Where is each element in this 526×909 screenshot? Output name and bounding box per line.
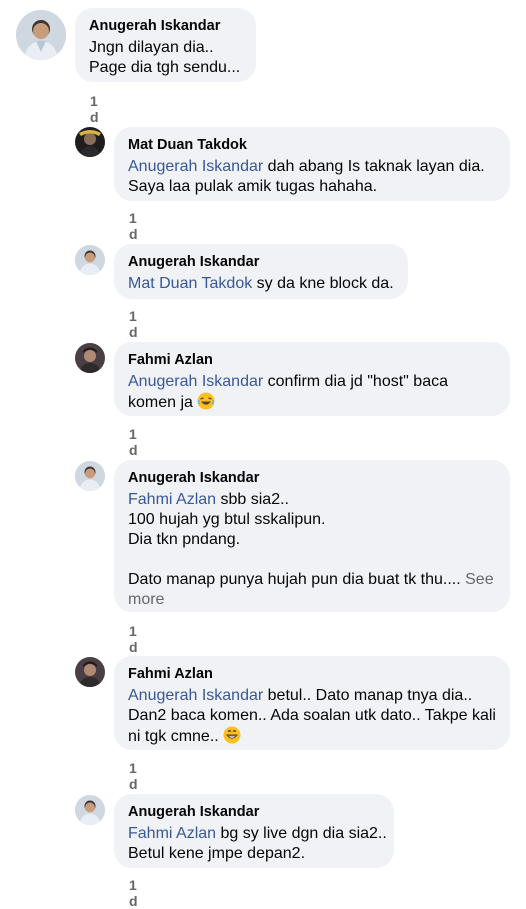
comment-line-text: dah abang Is taknak layan dia. [263,158,485,175]
see-more-link[interactable]: See [465,571,493,588]
comment-author[interactable]: Anugerah Iskandar [128,253,394,272]
avatar[interactable] [75,657,105,687]
comment-timestamp[interactable]: 1 d [129,426,138,458]
comment-author[interactable]: Anugerah Iskandar [128,803,380,822]
comment-author[interactable]: Fahmi Azlan [128,351,496,370]
comment-line-text: sbb sia2.. [216,491,289,508]
comment-bubble: Mat Duan Takdok Anugerah Iskandar dah ab… [114,127,510,201]
comment-line-text: betul.. Dato manap tnya dia.. [263,687,473,704]
comment-text: Anugerah Iskandar dah abang Is taknak la… [128,157,496,197]
comment-text: Anugerah Iskandar confirm dia jd "host" … [128,372,496,416]
comment-author[interactable]: Fahmi Azlan [128,665,496,684]
comment-timestamp[interactable]: 1 d [129,877,138,909]
comment-bubble: Anugerah Iskandar Fahmi Azlan sbb sia2..… [114,460,510,612]
comment-line-text: bg sy live dgn dia sia2.. [216,825,387,842]
comment-text: Jngn dilayan dia.. Page dia tgh sendu... [89,38,242,78]
comment-text: Anugerah Iskandar betul.. Dato manap tny… [128,686,496,750]
avatar[interactable] [75,343,105,373]
comment-line: Dan2 baca komen.. Ada soalan utk dato.. … [128,707,496,724]
comment-text: Mat Duan Takdok sy da kne block da. [128,274,394,294]
comment-author[interactable]: Anugerah Iskandar [128,469,496,488]
comment-line: Fahmi Azlan sbb sia2.. [128,490,496,510]
comment-bubble: Anugerah Iskandar Fahmi Azlan bg sy live… [114,794,394,868]
comment-line: Betul kene jmpe depan2. [128,845,306,862]
comment-line: Jngn dilayan dia.. [89,39,214,56]
comment-line: Saya laa pulak amik tugas hahaha. [128,178,378,195]
comment-author[interactable]: Mat Duan Takdok [128,136,496,155]
comment-timestamp[interactable]: 1 d [129,760,138,792]
mention-link[interactable]: Anugerah Iskandar [128,373,263,390]
comment-timestamp[interactable]: 1 d [129,210,138,242]
comment-line: 100 hujah yg btul sskalipun. [128,511,326,528]
comment-timestamp[interactable]: 1 d [129,308,138,340]
comment-timestamp[interactable]: 1 d [90,93,99,125]
laughing-emoji-icon [197,392,215,416]
mention-link[interactable]: Mat Duan Takdok [128,275,252,292]
comment-line-text: confirm dia jd "host" baca [263,373,448,390]
grinning-emoji-icon [223,726,241,750]
avatar[interactable] [16,10,66,60]
comment-line: komen ja [128,392,496,416]
avatar[interactable] [75,795,105,825]
comment-line-text: komen ja [128,394,193,411]
comment-bubble: Anugerah Iskandar Jngn dilayan dia.. Pag… [75,8,256,82]
comment-line [128,550,496,570]
comment-line: Anugerah Iskandar dah abang Is taknak la… [128,157,496,177]
comment-line-text: sy da kne block da. [252,275,394,292]
comment-line: ni tgk cmne.. [128,726,496,750]
comment-line: Fahmi Azlan bg sy live dgn dia sia2.. [128,824,387,844]
comment-text: Fahmi Azlan bg sy live dgn dia sia2.. Be… [128,824,387,864]
comment-line: Anugerah Iskandar betul.. Dato manap tny… [128,686,496,706]
comment-line: Anugerah Iskandar confirm dia jd "host" … [128,372,496,392]
comment-text: Fahmi Azlan sbb sia2.. 100 hujah yg btul… [128,490,496,610]
comment-line: Mat Duan Takdok sy da kne block da. [128,274,394,294]
avatar[interactable] [75,461,105,491]
comment-bubble: Fahmi Azlan Anugerah Iskandar confirm di… [114,342,510,416]
avatar[interactable] [75,127,105,157]
mention-link[interactable]: Fahmi Azlan [128,491,216,508]
avatar[interactable] [75,245,105,275]
mention-link[interactable]: Fahmi Azlan [128,825,216,842]
comment-timestamp[interactable]: 1 d [129,623,138,655]
comment-line: Dato manap punya hujah pun dia buat tk t… [128,570,496,590]
mention-link[interactable]: Anugerah Iskandar [128,687,263,704]
comment-bubble: Anugerah Iskandar Mat Duan Takdok sy da … [114,244,408,299]
comment-line-text: ni tgk cmne.. [128,728,224,745]
comment-line: Page dia tgh sendu... [89,59,241,76]
see-more-link[interactable]: more [128,590,496,610]
comment-author[interactable]: Anugerah Iskandar [89,17,242,36]
mention-link[interactable]: Anugerah Iskandar [128,158,263,175]
comment-line: Dia tkn pndang. [128,531,241,548]
comment-line-text: Dato manap punya hujah pun dia buat tk t… [128,571,466,588]
comment-bubble: Fahmi Azlan Anugerah Iskandar betul.. Da… [114,656,510,750]
